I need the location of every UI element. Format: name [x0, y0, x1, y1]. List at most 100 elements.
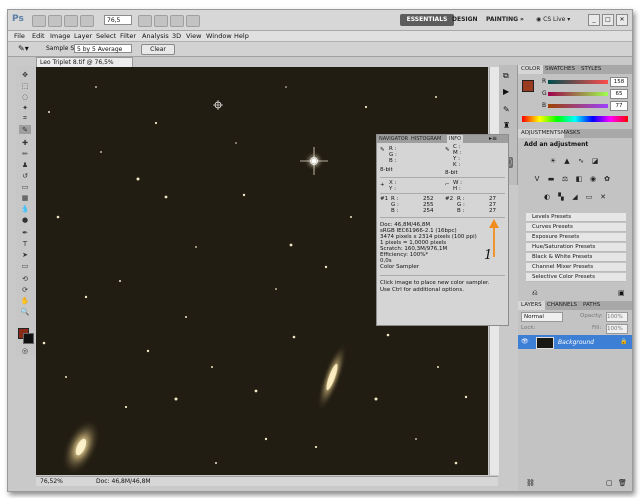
- menu-edit[interactable]: Edit: [32, 32, 45, 40]
- workspace-more-icon[interactable]: »: [516, 14, 528, 26]
- quick-mask-icon[interactable]: ◎: [19, 346, 31, 355]
- adjustments-clip-icon[interactable]: ▣: [618, 289, 625, 297]
- tab-layers[interactable]: LAYERS: [518, 301, 545, 310]
- gradient-map-icon[interactable]: ▭: [584, 193, 594, 201]
- close-button[interactable]: ✕: [616, 14, 628, 26]
- blend-mode-select[interactable]: Normal: [521, 312, 563, 322]
- levels-icon[interactable]: ▲: [562, 157, 572, 165]
- quick-selection-tool-icon[interactable]: ✦: [19, 103, 31, 112]
- preset-curves[interactable]: Curves Presets: [526, 223, 626, 232]
- history-panel-icon[interactable]: ⧉: [503, 71, 509, 81]
- screen-mode-icon[interactable]: [186, 15, 200, 27]
- color-b-value[interactable]: 77: [610, 101, 628, 111]
- info-panel-menu-icon[interactable]: ▸≡: [489, 135, 497, 142]
- minimize-button[interactable]: _: [588, 14, 600, 26]
- fill-field[interactable]: 100%: [606, 324, 628, 334]
- channel-mixer-icon[interactable]: ✿: [602, 175, 612, 183]
- menu-window[interactable]: Window: [206, 32, 232, 40]
- clear-button[interactable]: Clear: [141, 44, 175, 55]
- eraser-tool-icon[interactable]: ▭: [19, 182, 31, 191]
- tab-histogram[interactable]: HISTOGRAM: [409, 135, 443, 143]
- vibrance-icon[interactable]: V: [532, 175, 542, 183]
- menu-3d[interactable]: 3D: [172, 32, 181, 40]
- menu-layer[interactable]: Layer: [74, 32, 92, 40]
- tab-swatches[interactable]: SWATCHES: [542, 65, 578, 74]
- posterize-icon[interactable]: ▚: [556, 193, 566, 201]
- arrange-documents-icon[interactable]: [170, 15, 184, 27]
- zoom-tool-panel-icon[interactable]: 🔍: [19, 307, 31, 316]
- photo-filter-icon[interactable]: ◉: [588, 175, 598, 183]
- color-sampler-tool-icon[interactable]: ✎: [19, 125, 31, 134]
- color-balance-icon[interactable]: ⚖: [560, 175, 570, 183]
- preset-channel-mixer[interactable]: Channel Mixer Presets: [526, 263, 626, 272]
- preset-hue-saturation[interactable]: Hue/Saturation Presets: [526, 243, 626, 252]
- hue-saturation-icon[interactable]: ▬: [546, 175, 556, 183]
- history-brush-tool-icon[interactable]: ↺: [19, 171, 31, 180]
- color-r-value[interactable]: 158: [610, 77, 628, 87]
- tab-paths[interactable]: PATHS: [580, 301, 603, 310]
- shape-tool-icon[interactable]: ▭: [19, 261, 31, 270]
- color-r-slider[interactable]: [548, 80, 608, 84]
- color-panel-foreground-swatch[interactable]: [522, 80, 534, 92]
- maximize-button[interactable]: □: [602, 14, 614, 26]
- preset-black-white[interactable]: Black & White Presets: [526, 253, 626, 262]
- hand-tool-icon[interactable]: [138, 15, 152, 27]
- menu-help[interactable]: Help: [234, 32, 249, 40]
- crop-tool-icon[interactable]: ⌗: [19, 114, 31, 123]
- gradient-tool-icon[interactable]: ▦: [19, 193, 31, 202]
- curves-icon[interactable]: ∿: [576, 157, 586, 165]
- hand-tool-panel-icon[interactable]: ✋: [19, 296, 31, 305]
- rotate-view-icon[interactable]: [154, 15, 168, 27]
- tab-navigator[interactable]: NAVIGATOR: [377, 135, 410, 143]
- cs-live-button[interactable]: ◉ CS Live ▾: [536, 14, 570, 26]
- healing-brush-tool-icon[interactable]: ✚: [19, 138, 31, 147]
- menu-image[interactable]: Image: [50, 32, 70, 40]
- actions-panel-icon[interactable]: ▶: [503, 87, 509, 96]
- tab-channels[interactable]: CHANNELS: [544, 301, 580, 310]
- pen-tool-icon[interactable]: ✒: [19, 228, 31, 237]
- black-white-icon[interactable]: ◧: [574, 175, 584, 183]
- tab-color[interactable]: COLOR: [518, 65, 544, 74]
- link-layers-icon[interactable]: ⛓: [526, 479, 535, 487]
- sample-size-select[interactable]: 5 by 5 Average: [74, 44, 132, 53]
- preset-exposure[interactable]: Exposure Presets: [526, 233, 626, 242]
- move-tool-icon[interactable]: ✥: [19, 70, 31, 79]
- marquee-tool-icon[interactable]: ⬚: [19, 81, 31, 90]
- opacity-field[interactable]: 100%: [606, 312, 628, 322]
- color-g-slider[interactable]: [548, 92, 608, 96]
- status-zoom[interactable]: 76,52%: [40, 478, 63, 485]
- preset-selective-color[interactable]: Selective Color Presets: [526, 273, 626, 282]
- menu-filter[interactable]: Filter: [120, 32, 136, 40]
- tab-info[interactable]: INFO: [447, 135, 464, 143]
- brush-tool-icon[interactable]: ✏: [19, 149, 31, 158]
- tab-masks[interactable]: MASKS: [558, 129, 583, 138]
- zoom-tool-icon[interactable]: [80, 15, 94, 27]
- eyedropper-preset-icon[interactable]: ✎▾: [18, 44, 29, 53]
- workspace-design[interactable]: DESIGN: [448, 14, 482, 26]
- view-extras-icon[interactable]: [64, 15, 78, 27]
- invert-icon[interactable]: ◐: [542, 193, 552, 201]
- layer-visibility-eye-icon[interactable]: 👁: [521, 338, 529, 345]
- tab-adjustments[interactable]: ADJUSTMENTS: [518, 129, 564, 138]
- color-g-value[interactable]: 65: [610, 89, 628, 99]
- color-b-slider[interactable]: [548, 104, 608, 108]
- menu-file[interactable]: File: [14, 32, 25, 40]
- menu-analysis[interactable]: Analysis: [142, 32, 169, 40]
- clone-stamp-tool-icon[interactable]: ♟: [19, 160, 31, 169]
- exposure-icon[interactable]: ◪: [590, 157, 600, 165]
- layer-row-background[interactable]: 👁 Background 🔒: [518, 335, 632, 349]
- delete-layer-icon[interactable]: 🗑: [618, 479, 627, 487]
- clone-source-panel-icon[interactable]: ♜: [503, 121, 510, 130]
- 3d-rotate-tool-icon[interactable]: ⟲: [19, 274, 31, 283]
- blur-tool-icon[interactable]: 💧: [19, 204, 31, 213]
- path-selection-tool-icon[interactable]: ➤: [19, 250, 31, 259]
- workspace-essentials[interactable]: ESSENTIALS: [400, 14, 454, 26]
- minibridge-icon[interactable]: [48, 15, 62, 27]
- lasso-tool-icon[interactable]: ◌: [19, 92, 31, 101]
- preset-levels[interactable]: Levels Presets: [526, 213, 626, 222]
- bridge-icon[interactable]: [32, 15, 46, 27]
- menu-view[interactable]: View: [186, 32, 201, 40]
- threshold-icon[interactable]: ◢: [570, 193, 580, 201]
- dodge-tool-icon[interactable]: ●: [19, 215, 31, 224]
- tab-styles[interactable]: STYLES: [578, 65, 604, 74]
